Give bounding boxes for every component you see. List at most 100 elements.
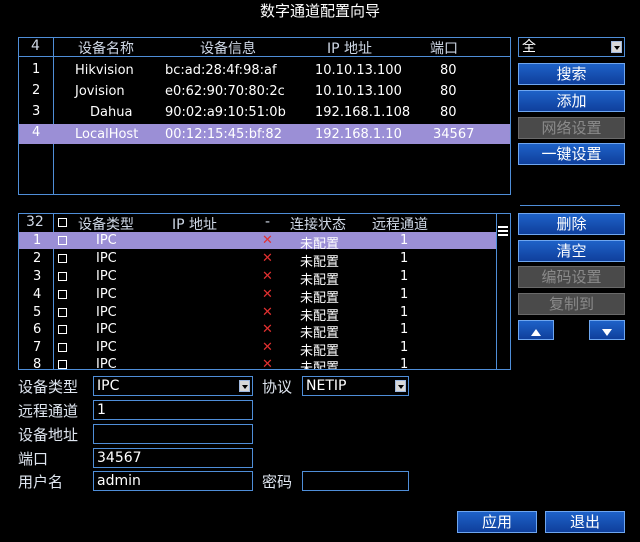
device-row-info: e0:62:90:70:80:2c — [165, 84, 285, 99]
device-row-index: 1 — [32, 62, 41, 77]
channel-row-status: 未配置 — [300, 273, 340, 288]
device-type-label: 设备类型 — [18, 378, 79, 396]
channel-row-checkbox[interactable] — [58, 254, 67, 263]
disconnected-x-icon: ✕ — [262, 251, 273, 266]
disconnected-x-icon: ✕ — [262, 340, 273, 355]
channel-row-index: 4 — [33, 287, 42, 302]
up-arrow-icon — [531, 329, 541, 336]
channel-row-checkbox[interactable] — [58, 236, 67, 245]
channel-row-checkbox[interactable] — [58, 325, 67, 334]
one-click-setup-button[interactable]: 一键设置 — [518, 143, 625, 165]
disconnected-x-icon: ✕ — [262, 269, 273, 284]
channel-row-type: IPC — [96, 287, 117, 302]
encode-settings-button[interactable]: 编码设置 — [518, 266, 625, 288]
channel-row-checkbox[interactable] — [58, 272, 67, 281]
password-input[interactable] — [302, 471, 409, 491]
channel-row-index: 1 — [33, 233, 42, 248]
col-device-name: 设备名称 — [78, 41, 134, 57]
select-all-checkbox[interactable] — [58, 218, 67, 227]
device-type-value: IPC — [97, 378, 120, 394]
channel-row-remote: 1 — [400, 251, 409, 266]
device-row-info: 90:02:a9:10:51:0b — [165, 105, 286, 120]
channel-row-type: IPC — [96, 322, 117, 337]
channel-row-status: 未配置 — [300, 255, 340, 270]
chevron-down-icon — [395, 380, 406, 392]
col-connection-status: 连接状态 — [290, 217, 346, 233]
col-ip-address: IP 地址 — [327, 41, 373, 57]
delete-button[interactable]: 删除 — [518, 213, 625, 235]
device-row-info: bc:ad:28:4f:98:af — [165, 63, 277, 78]
filter-value: 全 — [522, 39, 536, 55]
page-up-button[interactable] — [518, 320, 554, 340]
username-input[interactable]: admin — [93, 471, 253, 491]
channel-row-status: 未配置 — [300, 237, 340, 252]
device-row-ip: 10.10.13.100 — [315, 63, 402, 78]
device-row-port: 80 — [440, 105, 457, 120]
channel-row-status: 未配置 — [300, 291, 340, 306]
password-label: 密码 — [262, 473, 293, 491]
device-count: 4 — [31, 38, 40, 54]
device-row-info: 00:12:15:45:bf:82 — [165, 127, 282, 142]
port-input[interactable]: 34567 — [93, 448, 253, 468]
channel-row-index: 7 — [33, 340, 42, 355]
down-arrow-icon — [602, 329, 612, 336]
protocol-value: NETIP — [306, 378, 347, 394]
device-row-name: LocalHost — [75, 127, 139, 142]
clear-button[interactable]: 清空 — [518, 240, 625, 262]
device-row-name: Hikvision — [75, 63, 134, 78]
exit-button[interactable]: 退出 — [545, 511, 625, 533]
col-device-type: 设备类型 — [78, 217, 134, 233]
device-row-ip: 10.10.13.100 — [315, 84, 402, 99]
channel-row-remote: 1 — [400, 287, 409, 302]
device-address-input[interactable] — [93, 424, 253, 444]
channel-row-remote: 1 — [400, 322, 409, 337]
channel-row-type: IPC — [96, 233, 117, 248]
filter-dropdown[interactable]: 全 — [518, 37, 625, 57]
col-dash: - — [265, 214, 271, 230]
device-row-port: 80 — [440, 84, 457, 99]
chevron-down-icon — [611, 41, 622, 53]
page-down-button[interactable] — [589, 320, 625, 340]
col-port: 端口 — [430, 41, 458, 57]
col-remote-channel: 远程通道 — [372, 217, 428, 233]
copy-to-button[interactable]: 复制到 — [518, 293, 625, 315]
window-title: 数字通道配置向导 — [259, 2, 380, 20]
chevron-down-icon — [239, 380, 250, 392]
device-row-port: 80 — [440, 63, 457, 78]
disconnected-x-icon: ✕ — [262, 233, 273, 248]
channel-row-type: IPC — [96, 305, 117, 320]
channel-count: 32 — [26, 214, 44, 230]
col-device-info: 设备信息 — [200, 41, 256, 57]
channel-row-index: 3 — [33, 269, 42, 284]
channel-row-checkbox[interactable] — [58, 290, 67, 299]
channel-row-selected-highlight — [19, 232, 496, 249]
channel-row-type: IPC — [96, 251, 117, 266]
remote-channel-input[interactable]: 1 — [93, 400, 253, 420]
search-button[interactable]: 搜索 — [518, 63, 625, 85]
device-row-index: 4 — [32, 125, 41, 140]
device-row-name: Jovision — [75, 84, 125, 99]
apply-button[interactable]: 应用 — [457, 511, 537, 533]
channel-row-checkbox[interactable] — [58, 308, 67, 317]
device-row-port: 34567 — [433, 127, 475, 142]
protocol-select[interactable]: NETIP — [302, 376, 409, 396]
disconnected-x-icon: ✕ — [262, 287, 273, 302]
channel-scrollbar-track[interactable] — [496, 213, 511, 370]
device-row-index: 3 — [32, 104, 41, 119]
device-list-divider — [53, 37, 54, 195]
channel-row-type: IPC — [96, 269, 117, 284]
channel-row-checkbox[interactable] — [58, 343, 67, 352]
channel-row-remote: 1 — [400, 269, 409, 284]
network-settings-button[interactable]: 网络设置 — [518, 117, 625, 139]
device-type-select[interactable]: IPC — [93, 376, 253, 396]
disconnected-x-icon: ✕ — [262, 305, 273, 320]
channel-row-type: IPC — [96, 340, 117, 355]
add-button[interactable]: 添加 — [518, 90, 625, 112]
channel-row-index: 2 — [33, 251, 42, 266]
device-row-name: Dahua — [90, 105, 133, 120]
disconnected-x-icon: ✕ — [262, 322, 273, 337]
device-row-index: 2 — [32, 83, 41, 98]
channel-row-index: 6 — [33, 322, 42, 337]
username-label: 用户名 — [18, 473, 64, 491]
channel-row-remote: 1 — [400, 233, 409, 248]
